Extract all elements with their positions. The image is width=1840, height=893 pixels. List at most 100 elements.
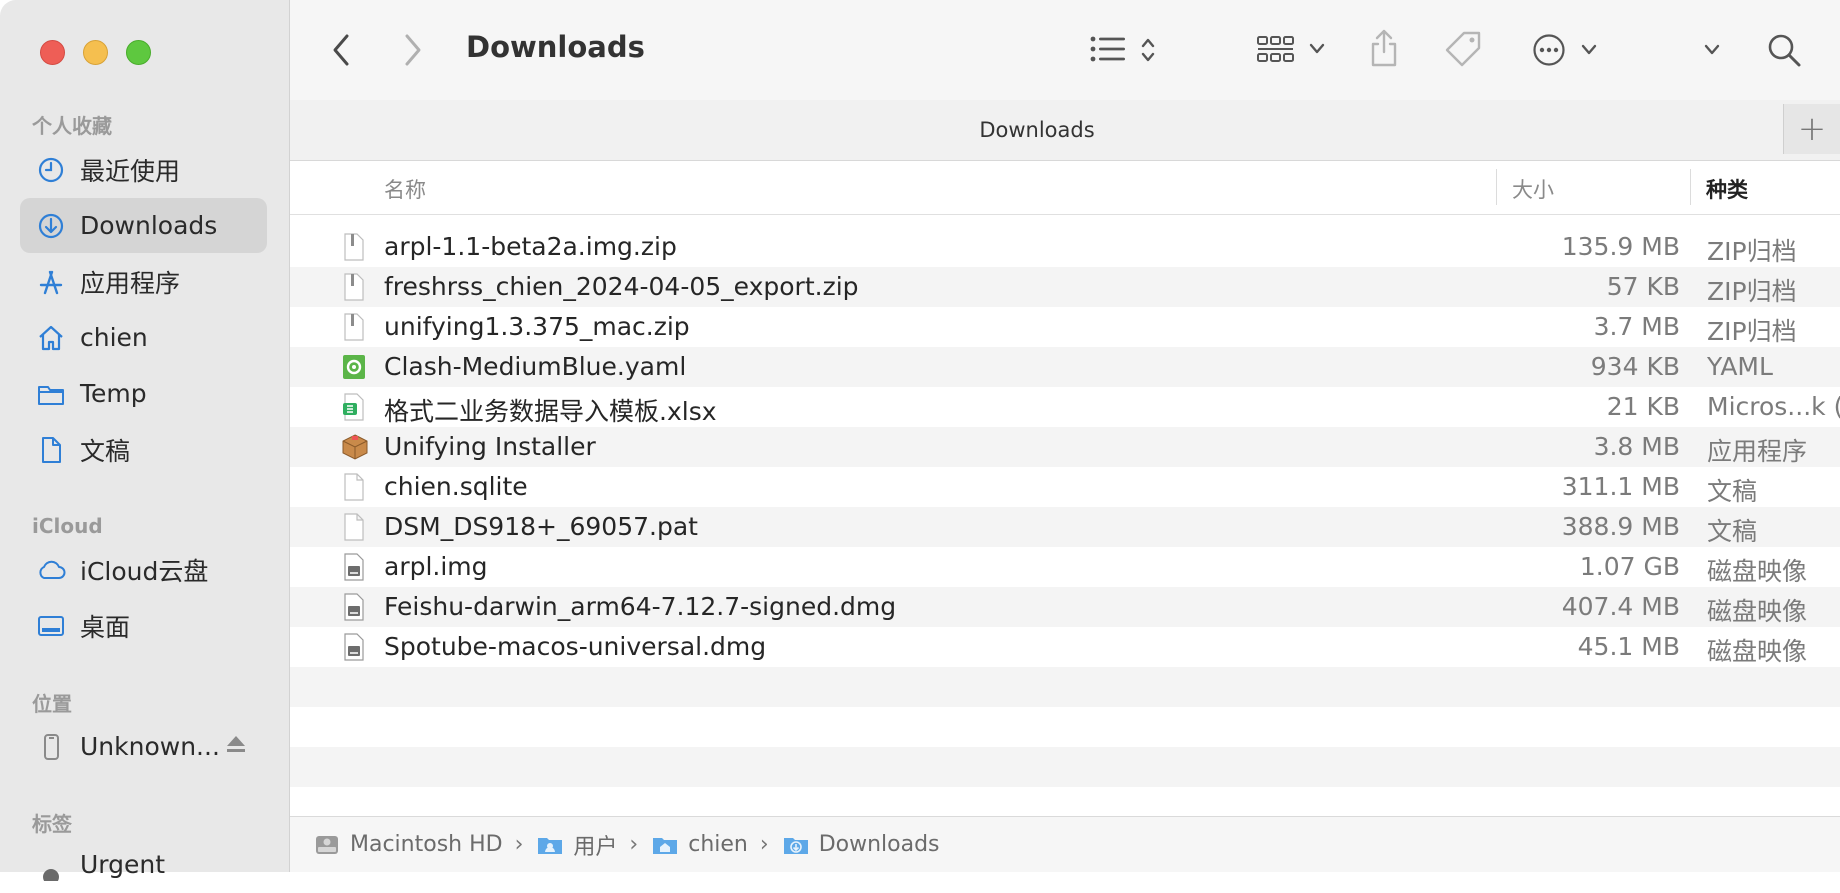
sidebar-section-locations: 位置 [32, 692, 72, 716]
cloud-icon [36, 555, 66, 585]
sidebar-section-icloud: iCloud [32, 514, 103, 538]
file-size: 45.1 MB [1577, 632, 1680, 661]
sidebar-item-label: Urgent [80, 850, 166, 879]
folder-icon [538, 837, 563, 854]
sidebar-item-home[interactable]: chien [20, 310, 267, 365]
file-size: 1.07 GB [1579, 552, 1680, 581]
file-row[interactable]: chien.sqlite 311.1 MB 文稿 [290, 467, 1840, 507]
hard-drive-icon [316, 835, 338, 854]
file-name: chien.sqlite [384, 472, 528, 501]
download-icon [36, 211, 66, 241]
file-kind: ZIP归档 [1707, 317, 1797, 346]
minimize-window-button[interactable] [83, 40, 108, 65]
file-row[interactable]: 格式二业务数据导入模板.xlsx 21 KB Micros...k ( [290, 387, 1840, 427]
sidebar-item-recents[interactable]: 最近使用 [20, 142, 267, 197]
path-item-label: Macintosh HD [350, 832, 503, 857]
file-row[interactable]: DSM_DS918+_69057.pat 388.9 MB 文稿 [290, 507, 1840, 547]
spreadsheet-file-icon [342, 393, 366, 421]
sidebar: 个人收藏 最近使用 Downloads 应用程序 chien Temp 文稿 i… [0, 0, 290, 881]
sidebar-item-downloads[interactable]: Downloads [20, 198, 267, 253]
disk-image-icon [342, 633, 366, 661]
sidebar-item-label: Temp [80, 379, 147, 408]
file-kind: ZIP归档 [1707, 277, 1797, 306]
close-window-button[interactable] [40, 40, 65, 65]
sidebar-item-unknown-device[interactable]: Unknown... [20, 719, 267, 774]
sidebar-item-label: Downloads [80, 211, 218, 240]
search-icon[interactable] [1766, 32, 1802, 68]
path-item-chien[interactable]: chien › [652, 832, 769, 857]
file-row[interactable]: arpl-1.1-beta2a.img.zip 135.9 MB ZIP归档 [290, 227, 1840, 267]
file-name: unifying1.3.375_mac.zip [384, 312, 690, 341]
sidebar-item-label: 最近使用 [80, 156, 181, 186]
window-controls [40, 40, 151, 65]
file-name: Feishu-darwin_arm64-7.12.7-signed.dmg [384, 592, 897, 621]
eject-icon[interactable] [225, 733, 247, 759]
sidebar-item-label: Unknown... [80, 732, 220, 761]
file-kind: 应用程序 [1707, 437, 1808, 466]
file-size: 135.9 MB [1561, 232, 1680, 261]
file-row[interactable]: Clash-MediumBlue.yaml 934 KB YAML [290, 347, 1840, 387]
path-item-macintosh-hd[interactable]: Macintosh HD › [314, 832, 523, 857]
column-kind-header[interactable]: 种类 [1706, 174, 1748, 204]
sidebar-item-label: chien [80, 323, 148, 352]
path-separator-chevron-icon: › [629, 832, 639, 857]
column-divider[interactable] [1496, 169, 1497, 205]
tag-icon[interactable] [1444, 30, 1484, 68]
file-row[interactable]: freshrss_chien_2024-04-05_export.zip 57 … [290, 267, 1840, 307]
sidebar-section-favorites: 个人收藏 [32, 114, 112, 138]
file-row[interactable]: unifying1.3.375_mac.zip 3.7 MB ZIP归档 [290, 307, 1840, 347]
column-name-header[interactable]: 名称 [384, 174, 426, 204]
path-item-label: 用户 [573, 834, 618, 860]
path-separator-chevron-icon: › [759, 832, 769, 857]
column-header: 名称 大小 种类 [290, 161, 1840, 215]
downloads-folder-icon [783, 837, 808, 854]
chevron-down-icon[interactable] [1580, 43, 1598, 57]
file-name: Spotube-macos-universal.dmg [384, 632, 767, 661]
path-item-downloads[interactable]: Downloads [783, 832, 940, 857]
home-folder-icon [653, 837, 678, 854]
file-size: 311.1 MB [1561, 472, 1680, 501]
path-bar: Macintosh HD › 用户 › chien › Downloads [290, 816, 1840, 872]
zip-file-icon [342, 233, 366, 261]
list-view-icon[interactable] [1090, 34, 1128, 64]
sidebar-section-tags: 标签 [32, 812, 72, 836]
tab-bar: Downloads + [290, 100, 1840, 161]
tab-downloads[interactable]: Downloads [290, 118, 1784, 142]
file-name: 格式二业务数据导入模板.xlsx [384, 397, 717, 426]
file-kind: 磁盘映像 [1707, 637, 1808, 666]
file-row[interactable]: Spotube-macos-universal.dmg 45.1 MB 磁盘映像 [290, 627, 1840, 667]
back-chevron-icon[interactable] [330, 32, 352, 68]
clock-icon [36, 155, 66, 185]
new-tab-button[interactable]: + [1783, 104, 1840, 154]
more-actions-icon[interactable] [1532, 33, 1566, 67]
file-row[interactable]: arpl.img 1.07 GB 磁盘映像 [290, 547, 1840, 587]
chevron-down-icon[interactable] [1308, 42, 1326, 56]
sidebar-item-tag-urgent[interactable]: Urgent [20, 838, 267, 893]
forward-chevron-icon[interactable] [402, 32, 424, 68]
zip-file-icon [342, 313, 366, 341]
path-separator-chevron-icon: › [514, 832, 524, 857]
sidebar-item-applications[interactable]: 应用程序 [20, 254, 267, 309]
file-row[interactable]: Feishu-darwin_arm64-7.12.7-signed.dmg 40… [290, 587, 1840, 627]
share-icon[interactable] [1368, 28, 1400, 68]
chevron-down-icon[interactable] [1703, 43, 1721, 57]
path-item-users[interactable]: 用户 › [537, 829, 638, 861]
sidebar-item-temp[interactable]: Temp [20, 366, 267, 421]
column-divider[interactable] [1690, 169, 1691, 205]
zoom-window-button[interactable] [126, 40, 151, 65]
empty-row-stripe [290, 747, 1840, 787]
group-grid-icon[interactable] [1256, 34, 1294, 66]
sidebar-item-icloud-drive[interactable]: iCloud云盘 [20, 542, 267, 597]
file-size: 407.4 MB [1561, 592, 1680, 621]
file-kind: 磁盘映像 [1707, 597, 1808, 626]
sort-updown-icon[interactable] [1140, 36, 1156, 64]
column-size-header[interactable]: 大小 [1512, 174, 1554, 204]
sidebar-item-documents[interactable]: 文稿 [20, 422, 267, 477]
zip-file-icon [342, 273, 366, 301]
path-item-label: chien [688, 832, 748, 857]
file-row[interactable]: Unifying Installer 3.8 MB 应用程序 [290, 427, 1840, 467]
file-kind: 磁盘映像 [1707, 557, 1808, 586]
folder-icon [36, 379, 66, 409]
sidebar-item-desktop[interactable]: 桌面 [20, 598, 267, 653]
yaml-file-icon [342, 353, 366, 381]
